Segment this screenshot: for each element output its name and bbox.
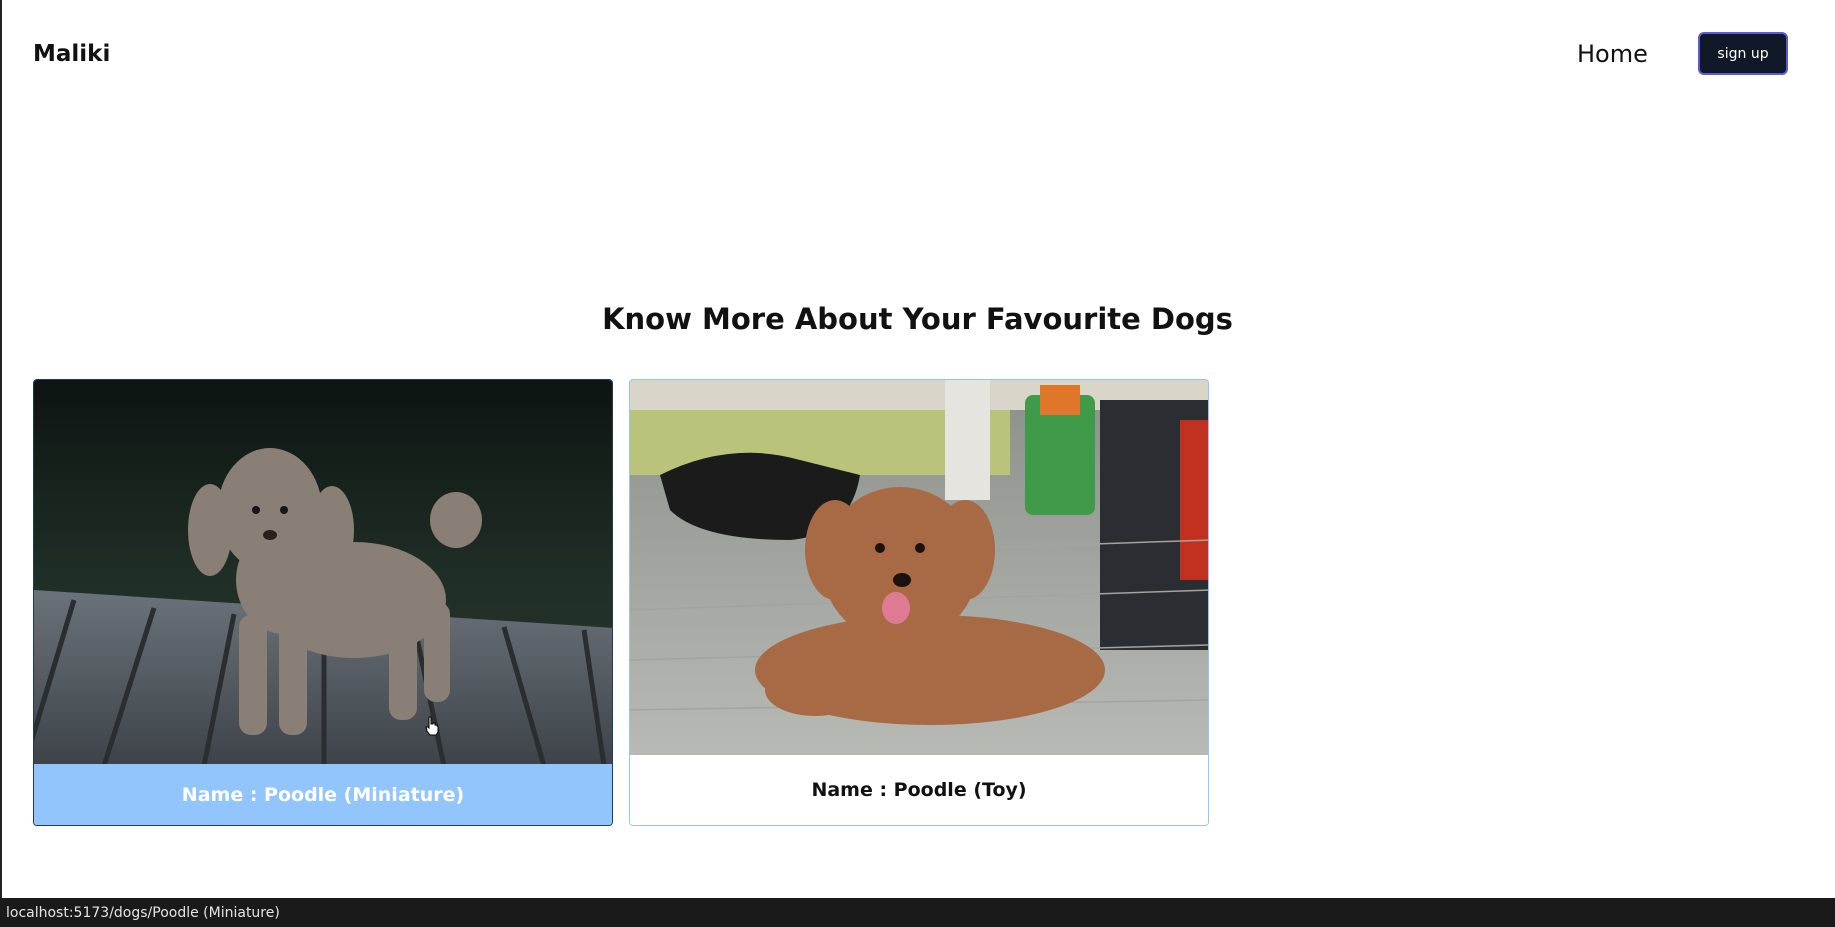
navbar: Maliki Home sign up <box>0 0 1835 112</box>
hand-cursor-icon <box>425 716 439 736</box>
signup-button[interactable]: sign up <box>1698 32 1788 75</box>
brand-logo[interactable]: Maliki <box>33 41 110 67</box>
dog-card-poodle-toy[interactable]: Name : Poodle (Toy) <box>629 379 1209 826</box>
window-edge <box>0 0 2 898</box>
status-bar-url: localhost:5173/dogs/Poodle (Miniature) <box>0 898 1835 927</box>
page-title: Know More About Your Favourite Dogs <box>602 302 1233 336</box>
dog-card-caption: Name : Poodle (Miniature) <box>34 764 612 825</box>
dog-image-poodle-toy <box>630 380 1208 757</box>
dog-image-poodle-miniature <box>34 380 612 766</box>
dog-card-caption: Name : Poodle (Toy) <box>630 755 1208 825</box>
dog-card-poodle-miniature[interactable]: Name : Poodle (Miniature) <box>33 379 613 826</box>
nav-home-link[interactable]: Home <box>1577 40 1648 68</box>
